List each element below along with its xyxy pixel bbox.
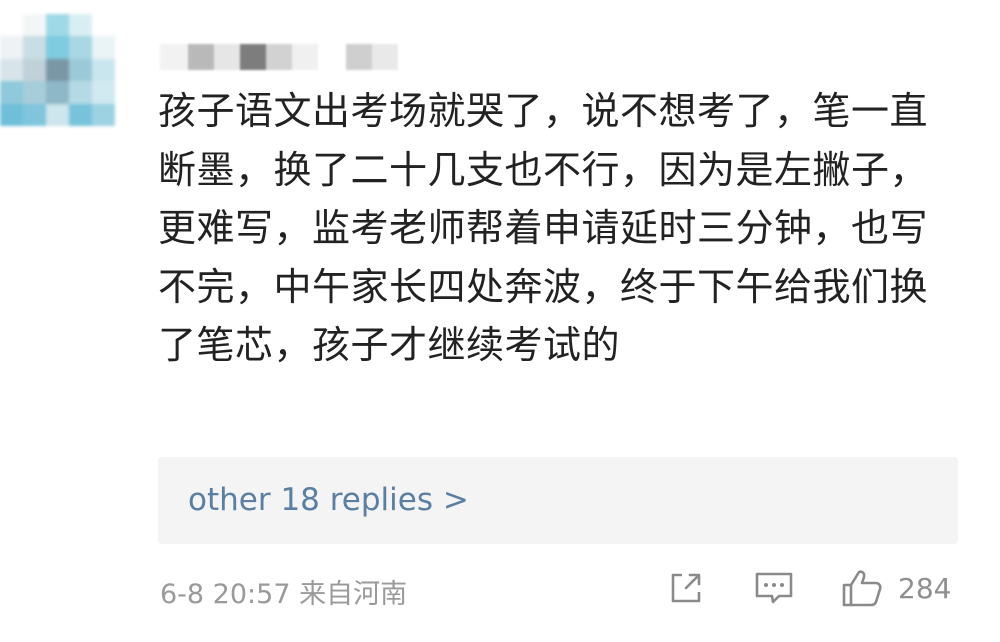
like-count: 284 (898, 572, 952, 605)
avatar[interactable] (0, 14, 115, 126)
share-icon[interactable] (664, 566, 708, 610)
more-replies-link[interactable]: other 18 replies > (188, 482, 469, 518)
comment-text: 孩子语文出考场就哭了，说不想考了，笔一直断墨，换了二十几支也不行，因为是左撇子，… (158, 89, 929, 367)
thumbs-up-icon[interactable] (840, 566, 884, 610)
comment-card: 孩子语文出考场就哭了，说不想考了，笔一直断墨，换了二十几支也不行，因为是左撇子，… (0, 0, 1000, 642)
action-bar: 284 (0, 566, 1000, 614)
replies-box: other 18 replies > (158, 457, 958, 544)
comment-icon[interactable] (752, 566, 796, 610)
username[interactable] (160, 44, 398, 70)
